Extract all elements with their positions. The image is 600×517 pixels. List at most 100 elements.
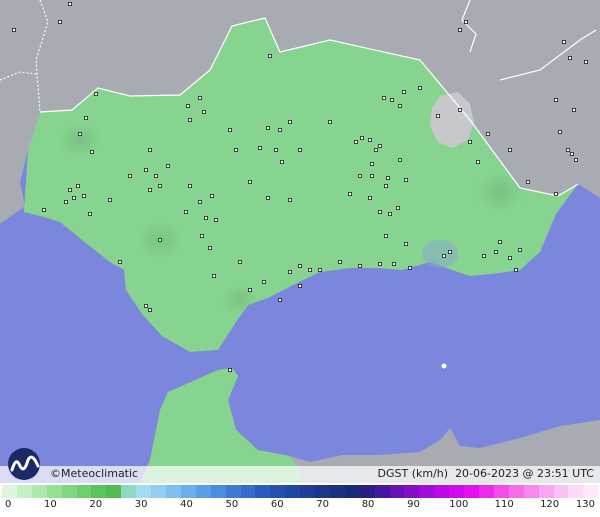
terrain-hill [422, 240, 458, 268]
legend-swatch [493, 485, 509, 498]
legend-swatch [136, 485, 152, 498]
weather-station-marker [508, 256, 512, 260]
weather-station-marker [94, 92, 98, 96]
weather-station-marker [570, 152, 574, 156]
weather-station-marker [68, 2, 72, 6]
weather-station-marker [348, 192, 352, 196]
legend-tick-label: 130 [575, 499, 595, 510]
weather-station-marker [370, 174, 374, 178]
legend-tick-label: 50 [225, 499, 239, 510]
weather-station-marker [338, 260, 342, 264]
weather-station-marker [508, 148, 512, 152]
weather-map: ©Meteoclimatic DGST (km/h) 20-06-2023 @ … [0, 0, 600, 517]
weather-station-marker [202, 110, 206, 114]
weather-station-marker [64, 200, 68, 204]
legend-swatch [225, 485, 241, 498]
weather-station-marker [248, 180, 252, 184]
weather-station-marker [248, 288, 252, 292]
weather-station-marker [402, 90, 406, 94]
weather-station-marker [228, 128, 232, 132]
weather-station-marker [210, 194, 214, 198]
weather-station-marker [288, 270, 292, 274]
legend-swatch [2, 485, 17, 498]
weather-station-marker [184, 210, 188, 214]
color-legend: 0 10 20 30 40 50 60 70 80 90 100 110 120 130 [0, 483, 600, 517]
weather-station-marker [188, 184, 192, 188]
weather-station-marker [354, 140, 358, 144]
legend-swatch [255, 485, 271, 498]
weather-station-marker [396, 206, 400, 210]
meteoclimatic-logo [8, 448, 40, 480]
legend-tick-label: 80 [361, 499, 375, 510]
legend-tick-label: 40 [180, 499, 193, 510]
weather-station-marker [518, 248, 522, 252]
weather-station-marker [228, 368, 232, 372]
weather-station-marker [382, 96, 386, 100]
weather-station-marker [262, 280, 266, 284]
legend-swatch [359, 485, 375, 498]
weather-station-marker [42, 208, 46, 212]
weather-station-marker [436, 114, 440, 118]
weather-station-marker [374, 148, 378, 152]
weather-station-marker [526, 180, 530, 184]
legend-swatch [270, 485, 286, 498]
weather-station-marker [498, 240, 502, 244]
weather-station-marker [88, 212, 92, 216]
legend-swatch [106, 485, 122, 498]
legend-swatch [31, 485, 47, 498]
weather-station-marker [268, 54, 272, 58]
legend-swatch [508, 485, 524, 498]
weather-station-marker [378, 262, 382, 266]
weather-station-marker [144, 168, 148, 172]
weather-station-marker [392, 262, 396, 266]
weather-station-marker [154, 174, 158, 178]
weather-station-marker [188, 118, 192, 122]
legend-swatch [568, 485, 584, 498]
weather-station-marker [562, 40, 566, 44]
weather-station-marker [128, 174, 132, 178]
weather-station-marker [68, 188, 72, 192]
weather-station-marker [166, 164, 170, 168]
weather-station-marker [378, 210, 382, 214]
weather-station-marker [476, 160, 480, 164]
weather-station-marker [398, 158, 402, 162]
legend-tick-label: 20 [89, 499, 103, 510]
legend-tick-label: 0 [5, 499, 12, 510]
weather-station-marker [58, 20, 62, 24]
timestamp: 20-06-2023 @ 23:51 UTC [455, 467, 594, 480]
weather-station-marker [448, 250, 452, 254]
legend-swatch [285, 485, 301, 498]
legend-swatch [165, 485, 181, 498]
legend-swatch [538, 485, 554, 498]
weather-station-marker [554, 192, 558, 196]
weather-station-marker [288, 198, 292, 202]
weather-station-marker [464, 20, 468, 24]
weather-station-marker [568, 56, 572, 60]
weather-station-marker [328, 120, 332, 124]
weather-station-marker [76, 184, 80, 188]
weather-station-marker [108, 198, 112, 202]
weather-station-marker [214, 218, 218, 222]
map-canvas [0, 0, 600, 483]
legend-swatch [16, 485, 32, 498]
weather-station-marker [158, 238, 162, 242]
weather-station-marker [274, 148, 278, 152]
legend-tick-label: 10 [44, 499, 57, 510]
legend-swatch [404, 485, 420, 498]
legend-swatch [464, 485, 479, 498]
weather-station-marker [90, 150, 94, 154]
weather-station-marker [82, 194, 86, 198]
weather-station-marker [308, 268, 312, 272]
weather-station-marker [288, 120, 292, 124]
legend-swatch [389, 485, 405, 498]
weather-station-marker [390, 98, 394, 102]
weather-station-marker [404, 242, 408, 246]
weather-station-marker [514, 268, 518, 272]
legend-tick-label: 90 [407, 499, 420, 510]
legend-swatch [315, 485, 330, 498]
weather-station-marker [266, 126, 270, 130]
legend-swatch [329, 485, 345, 498]
legend-swatch [523, 485, 539, 498]
weather-station-marker [398, 104, 402, 108]
legend-swatch [151, 485, 166, 498]
